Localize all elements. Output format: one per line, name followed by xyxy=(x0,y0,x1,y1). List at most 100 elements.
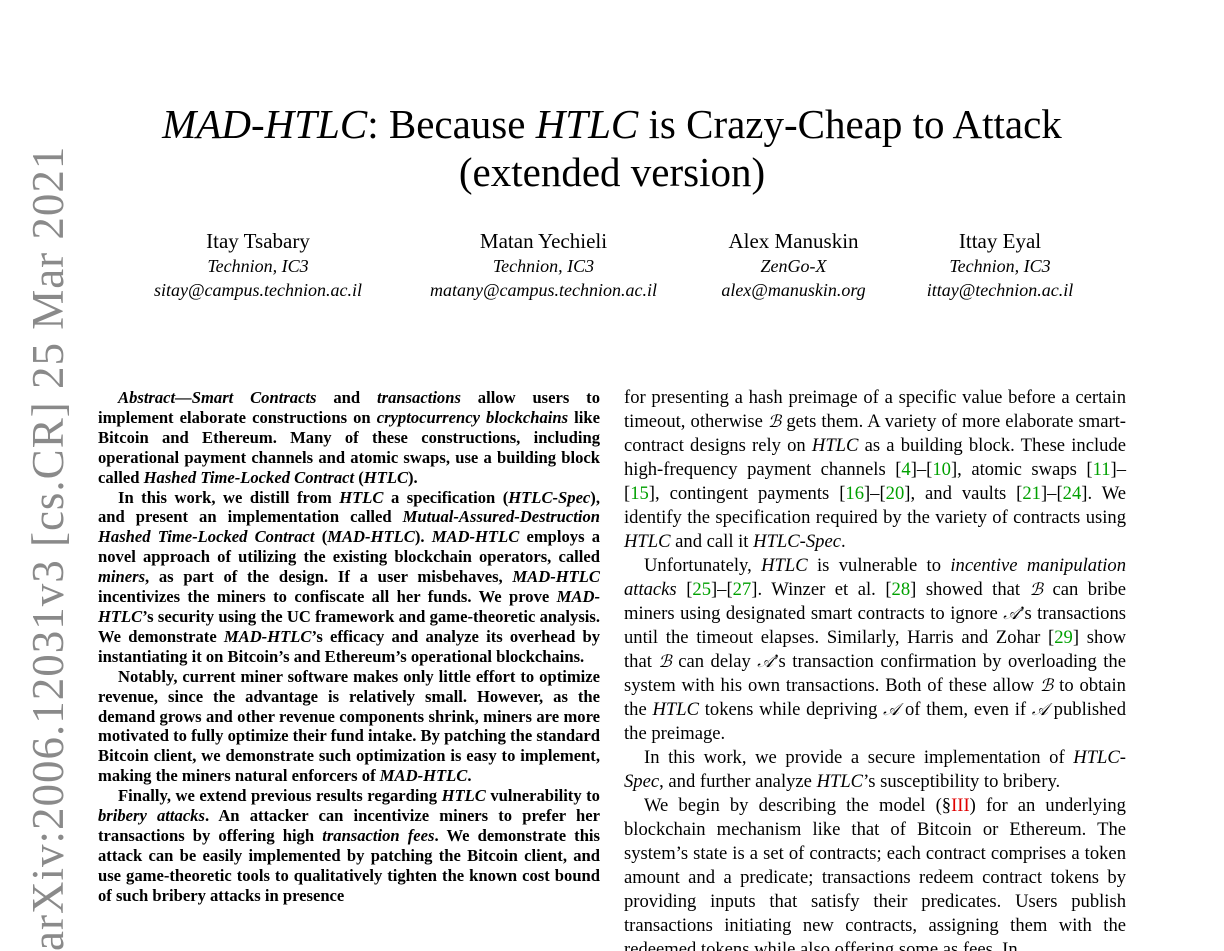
text-run: ], atomic swaps [ xyxy=(950,459,1093,480)
author-email[interactable]: ittay@technion.ac.il xyxy=(918,278,1082,302)
text-run: ]–[ xyxy=(910,459,933,480)
citation-link[interactable]: 29 xyxy=(1054,627,1073,648)
citation-link[interactable]: 27 xyxy=(733,579,752,600)
text-run: ’s susceptibility to bribery. xyxy=(863,771,1061,792)
emph-run: MAD-HTLC xyxy=(431,527,520,547)
emph-run: MAD-HTLC xyxy=(512,567,600,587)
author-affiliation: Technion, IC3 xyxy=(492,256,595,276)
citation-link[interactable]: 25 xyxy=(692,579,711,600)
math-symbol: ℬ xyxy=(658,652,672,672)
author-email[interactable]: sitay@campus.technion.ac.il xyxy=(143,278,373,302)
emph-run: HTLC xyxy=(652,699,699,720)
abstract-paragraph: In this work, we distill from HTLC a spe… xyxy=(98,488,600,667)
math-symbol: ℬ xyxy=(1029,580,1043,600)
text-run: ( xyxy=(314,527,328,547)
abstract-paragraph: Notably, current miner software makes on… xyxy=(98,667,600,786)
text-run: ], and vaults [ xyxy=(904,483,1023,504)
text-run: ], contingent payments [ xyxy=(648,483,846,504)
emph-run: HTLC xyxy=(441,786,486,806)
math-symbol: 𝒜 xyxy=(757,652,774,672)
emph-run: transaction fees xyxy=(322,825,435,845)
body-paragraph: for presenting a hash preimage of a spec… xyxy=(624,386,1126,554)
math-symbol: 𝒜 xyxy=(1031,700,1048,720)
citation-link[interactable]: 28 xyxy=(892,579,911,600)
emph-run: HTLC xyxy=(761,555,808,576)
citation-link[interactable]: 4 xyxy=(901,459,910,480)
text-run: a specification ( xyxy=(383,487,509,507)
text-run: [ xyxy=(676,579,693,600)
text-run: Notably, current miner software makes on… xyxy=(98,666,600,786)
text-run: ( xyxy=(354,467,364,487)
text-run: is vulnerable to xyxy=(807,555,951,576)
emph-run: transactions xyxy=(377,388,461,407)
text-run: , and further analyze xyxy=(659,771,817,792)
author-block: Itay Tsabary Technion, IC3 sitay@campus.… xyxy=(143,228,373,302)
body-paragraph: Unfortunately, HTLC is vulnerable to inc… xyxy=(624,554,1126,746)
author-block: Ittay Eyal Technion, IC3 ittay@technion.… xyxy=(918,228,1082,302)
citation-link[interactable]: 15 xyxy=(630,483,649,504)
text-run: incentivizes the miners to confiscate al… xyxy=(98,587,557,607)
body-paragraph: We begin by describing the model (§III) … xyxy=(624,794,1126,951)
author-affiliation: Technion, IC3 xyxy=(207,256,309,276)
emph-run: HTLC xyxy=(624,531,671,552)
body-paragraph: In this work, we provide a secure implem… xyxy=(624,746,1126,794)
author-name: Alex Manuskin xyxy=(728,229,859,253)
title-text-a: : Because xyxy=(367,101,536,147)
emph-run: miners xyxy=(98,567,146,587)
text-run: ] showed that xyxy=(910,579,1030,600)
emph-run: HTLC xyxy=(339,487,384,507)
title-line-2: (extended version) xyxy=(458,149,766,195)
abstract-paragraph: Finally, we extend previous results rega… xyxy=(98,786,600,905)
body-column: for presenting a hash preimage of a spec… xyxy=(624,386,1126,951)
citation-link[interactable]: 24 xyxy=(1063,483,1082,504)
text-run: ) for an underlying blockchain mechanism… xyxy=(624,795,1126,951)
citation-link[interactable]: 16 xyxy=(845,483,864,504)
title-htlc: HTLC xyxy=(535,101,639,147)
emph-run: HTLC xyxy=(811,435,859,456)
emph-run: HTLC xyxy=(363,467,409,487)
text-run: . xyxy=(840,531,846,552)
text-run: , as part of the design. If a user misbe… xyxy=(145,567,513,587)
author-email[interactable]: alex@manuskin.org xyxy=(713,278,874,302)
math-symbol: ℬ xyxy=(767,412,782,432)
math-symbol: ℬ xyxy=(1039,676,1054,696)
text-run: ]. Winzer et al. [ xyxy=(751,579,892,600)
author-name: Ittay Eyal xyxy=(958,229,1042,253)
citation-link[interactable]: 20 xyxy=(886,483,905,504)
author-name: Matan Yechieli xyxy=(479,229,608,253)
section-ref-link[interactable]: III xyxy=(951,795,970,816)
author-email[interactable]: matany@campus.technion.ac.il xyxy=(418,278,669,302)
text-run: Unfortunately, xyxy=(644,555,762,576)
text-run: vulnera­bility to xyxy=(485,786,600,806)
abstract-label: Abstract—Smart Contracts xyxy=(118,388,317,407)
text-run: and call it xyxy=(670,531,754,552)
emph-run: HTLC-Spec xyxy=(753,531,841,552)
arxiv-stamp: arXiv:2006.12031v3 [cs.CR] 25 Mar 2021 xyxy=(23,145,73,951)
emph-run: HTLC xyxy=(816,771,864,792)
paper-page: arXiv:2006.12031v3 [cs.CR] 25 Mar 2021 M… xyxy=(0,0,1224,951)
text-run: ]–[ xyxy=(1040,483,1063,504)
text-run: We begin by describing the model (§ xyxy=(644,795,952,816)
text-run: Finally, we extend previous results rega… xyxy=(118,786,442,806)
emph-run: MAD-HTLC xyxy=(327,527,415,547)
abstract-paragraph: Abstract—Smart Contracts and transaction… xyxy=(98,388,600,488)
citation-link[interactable]: 10 xyxy=(932,459,951,480)
text-run: and xyxy=(316,388,377,407)
math-symbol: 𝒜 xyxy=(883,700,900,720)
emph-run: cryptocurrency blockchains xyxy=(376,407,569,427)
emph-run: MAD-HTLC xyxy=(379,766,468,786)
text-run: can delay xyxy=(671,651,758,672)
abstract-column: Abstract—Smart Contracts and transaction… xyxy=(98,388,600,906)
text-run: of them, even if xyxy=(899,699,1032,720)
citation-link[interactable]: 11 xyxy=(1093,459,1111,480)
author-name: Itay Tsabary xyxy=(206,229,310,253)
title-line-1: MAD-HTLC: Because HTLC is Crazy-Cheap to… xyxy=(0,100,1224,148)
citation-link[interactable]: 21 xyxy=(1022,483,1041,504)
text-run: . xyxy=(467,766,472,786)
emph-run: MAD-HTLC xyxy=(223,626,312,646)
text-run: ). xyxy=(414,527,432,547)
title-mad-htlc: MAD-HTLC xyxy=(162,101,368,147)
text-run: ). xyxy=(408,467,418,487)
author-block: Alex Manuskin ZenGo-X alex@manuskin.org xyxy=(713,228,874,302)
text-run: tokens while depriving xyxy=(699,699,884,720)
